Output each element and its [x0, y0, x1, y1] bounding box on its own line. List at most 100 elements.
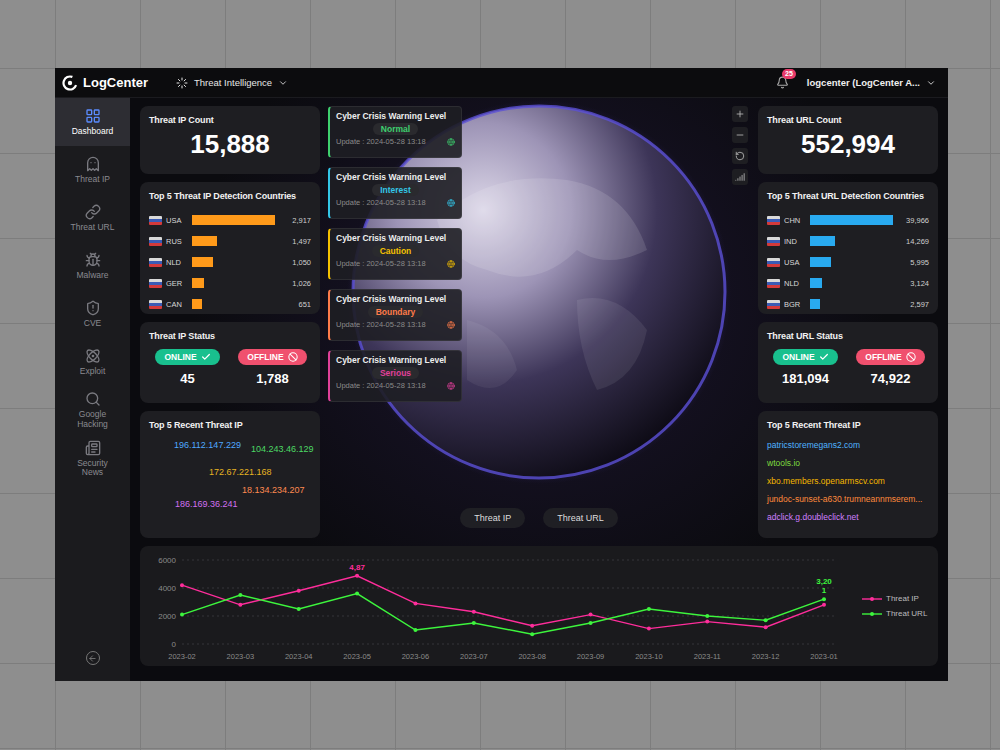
sidebar-item[interactable]: Security News: [55, 435, 130, 484]
legend-item[interactable]: Threat URL: [862, 609, 927, 618]
x-tick: 2023-11: [694, 652, 721, 661]
data-point[interactable]: [647, 627, 651, 631]
data-point[interactable]: [705, 620, 709, 624]
notifications[interactable]: 25: [776, 76, 789, 89]
y-tick: 4000: [158, 584, 836, 593]
globe-icon[interactable]: [447, 382, 455, 390]
data-point[interactable]: [822, 597, 826, 601]
recent-url[interactable]: xbo.members.openarmscv.com: [767, 476, 929, 486]
sidebar-item[interactable]: Google Hacking: [55, 386, 130, 435]
country-value: 5,995: [897, 258, 929, 267]
recent-ip[interactable]: 18.134.234.207: [242, 485, 305, 495]
data-point[interactable]: [297, 607, 301, 611]
data-point[interactable]: [180, 583, 184, 587]
legend-line-icon: [862, 611, 882, 617]
country-row: CAN651: [149, 295, 311, 313]
sidebar-item[interactable]: CVE: [55, 290, 130, 338]
map-button[interactable]: Threat URL: [543, 508, 618, 528]
data-point[interactable]: [472, 610, 476, 614]
zoom-out-button[interactable]: [732, 127, 748, 143]
zoom-in-button[interactable]: [732, 106, 748, 122]
legend-item[interactable]: Threat IP: [862, 594, 927, 603]
data-point[interactable]: [238, 603, 242, 607]
data-point[interactable]: [705, 614, 709, 618]
recent-url[interactable]: patricstoremegans2.com: [767, 440, 929, 450]
bar-track: [810, 215, 893, 225]
ban-icon: [288, 352, 298, 362]
online-button[interactable]: ONLINE: [155, 349, 219, 365]
chart-series: 4,87: [180, 563, 826, 631]
data-point[interactable]: [180, 613, 184, 617]
country-value: 3,124: [897, 279, 929, 288]
data-point[interactable]: [297, 589, 301, 593]
data-point[interactable]: [822, 603, 826, 607]
data-point[interactable]: [413, 628, 417, 632]
nav-dropdown[interactable]: Threat Intelligence: [176, 77, 288, 89]
sidebar-icon: [85, 156, 101, 172]
data-point[interactable]: [238, 593, 242, 597]
rotate-icon: [735, 151, 745, 161]
recent-ip[interactable]: 196.112.147.229: [174, 440, 241, 450]
country-value: 1,050: [279, 258, 311, 267]
offline-button[interactable]: OFFLINE: [856, 349, 924, 365]
flag-icon: [149, 300, 162, 309]
warning-footer: Update : 2024-05-28 13:18: [336, 381, 455, 390]
online-button[interactable]: ONLINE: [773, 349, 837, 365]
point-label: 4,87: [349, 563, 365, 572]
data-point[interactable]: [355, 592, 359, 596]
warning-level: Interest: [372, 184, 419, 196]
map-button[interactable]: Threat IP: [460, 508, 525, 528]
globe-icon[interactable]: [447, 260, 455, 268]
globe-icon[interactable]: [447, 321, 455, 329]
data-point[interactable]: [413, 601, 417, 605]
x-tick: 2023-01: [810, 652, 838, 661]
sidebar-item[interactable]: Malware: [55, 242, 130, 290]
warning-title: Cyber Crisis Warning Level: [336, 294, 455, 304]
globe-icon[interactable]: [447, 138, 455, 146]
x-tick: 2023-07: [460, 652, 488, 661]
user-menu[interactable]: logcenter (LogCenter A...: [807, 77, 936, 88]
svg-text:6000: 6000: [158, 556, 176, 565]
data-point[interactable]: [530, 624, 534, 628]
data-point[interactable]: [530, 632, 534, 636]
check-icon: [819, 352, 829, 362]
data-point[interactable]: [472, 621, 476, 625]
recent-url[interactable]: jundoc-sunset-a630.trumneannmserem...: [767, 494, 929, 504]
recent-ip[interactable]: 104.243.46.129: [251, 444, 314, 454]
data-point[interactable]: [764, 618, 768, 622]
sidebar-item[interactable]: Threat IP: [55, 146, 130, 194]
sidebar-item[interactable]: Exploit: [55, 338, 130, 386]
recent-ip[interactable]: 186.169.36.241: [175, 499, 238, 509]
sidebar-icon: [85, 204, 101, 220]
collapse-button[interactable]: [86, 651, 100, 665]
warning-title: Cyber Crisis Warning Level: [336, 233, 455, 243]
countries-card: Top 5 Threat IP Detection CountriesUSA2,…: [140, 182, 320, 314]
top-bar: LogCenter Threat Intelligence 25 logcenter …: [55, 68, 948, 98]
data-point[interactable]: [589, 621, 593, 625]
offline-button[interactable]: OFFLINE: [238, 349, 306, 365]
data-point[interactable]: [764, 625, 768, 629]
line-chart: 60004000200002023-022023-032023-042023-0…: [148, 550, 848, 662]
recent-url[interactable]: wtools.io: [767, 458, 929, 468]
sidebar-item[interactable]: Dashboard: [55, 98, 130, 146]
recent-ip[interactable]: 172.67.221.168: [209, 467, 272, 477]
recent-url[interactable]: adclick.g.doubleclick.net: [767, 512, 929, 522]
flag-icon: [767, 237, 780, 246]
sidebar-item[interactable]: Threat URL: [55, 194, 130, 242]
data-point[interactable]: [647, 607, 651, 611]
warning-card: Cyber Crisis Warning LevelCautionUpdate …: [328, 228, 462, 280]
card-title: Top 5 Threat IP Detection Countries: [149, 191, 311, 201]
plus-icon: [735, 109, 745, 119]
country-code: IND: [784, 237, 806, 246]
warning-footer: Update : 2024-05-28 13:18: [336, 320, 455, 329]
data-point[interactable]: [589, 613, 593, 617]
globe-icon[interactable]: [447, 199, 455, 207]
rotate-button[interactable]: [732, 148, 748, 164]
stats-button[interactable]: [732, 169, 748, 185]
chevron-icon: [926, 78, 936, 88]
bar-track: [192, 236, 275, 246]
recent-card: Top 5 Recent Threat IPpatricstoremegans2…: [758, 411, 938, 538]
brand[interactable]: LogCenter: [62, 75, 148, 91]
card-title: Threat URL Status: [767, 331, 929, 341]
data-point[interactable]: [355, 574, 359, 578]
